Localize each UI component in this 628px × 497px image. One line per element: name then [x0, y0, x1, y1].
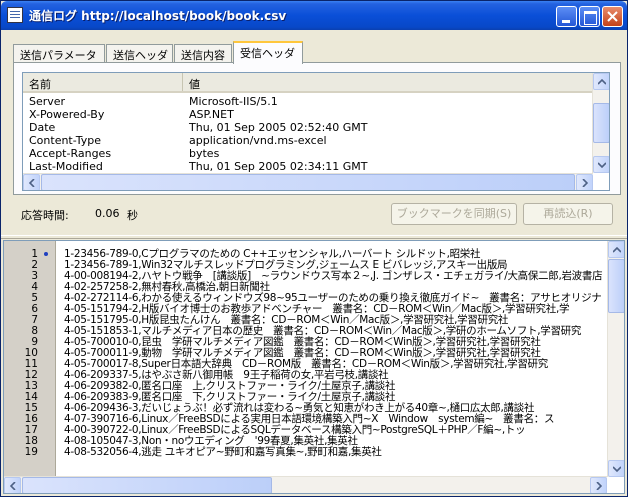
scroll-thumb[interactable] [593, 103, 609, 143]
header-value: ASP.NET [189, 108, 234, 121]
sync-bookmark-button[interactable]: ブックマークを同期(S) [391, 203, 517, 225]
minimize-button[interactable] [556, 6, 577, 27]
header-name: Accept-Ranges [29, 147, 112, 160]
header-value: bytes [189, 147, 220, 160]
line-text: 4-08-532056-4,逃走 ユキオピア~野町和嘉写真集~,野町和嘉,集英社 [64, 446, 382, 458]
scroll-thumb[interactable] [22, 477, 272, 493]
header-value: Thu, 01 Sep 2005 02:34:11 GMT [189, 160, 368, 173]
log-horizontal-scrollbar[interactable] [4, 476, 607, 493]
chevron-right-icon [596, 482, 602, 490]
table-row[interactable]: Content-Type application/vnd.ms-excel [23, 134, 593, 147]
tab-send-headers[interactable]: 送信ヘッダ [106, 44, 173, 63]
tab-panel: 名前 値 Server Microsoft-IIS/5.1 X-Powered-… [13, 62, 621, 195]
header-name: Date [29, 121, 56, 134]
listview-horizontal-scrollbar[interactable] [23, 173, 593, 190]
bookmark-marker-icon [44, 252, 48, 256]
header-value: Thu, 01 Sep 2005 02:52:40 GMT [189, 121, 368, 134]
chevron-up-icon [613, 247, 621, 253]
response-time-value: 0.06 [95, 207, 120, 220]
header-name: Content-Type [29, 134, 101, 147]
close-button[interactable] [602, 6, 623, 27]
scroll-left-button[interactable] [23, 174, 40, 190]
scroll-up-button[interactable] [593, 73, 609, 90]
header-name: X-Powered-By [29, 108, 105, 121]
scroll-down-button[interactable] [608, 460, 624, 477]
scroll-thumb[interactable] [41, 174, 575, 190]
table-row[interactable]: Last-Modified Thu, 01 Sep 2005 02:34:11 … [23, 160, 593, 173]
pane-splitter[interactable] [1, 235, 627, 239]
title-bar[interactable]: 通信ログ http://localhost/book/book.csv [1, 1, 627, 30]
scroll-right-button[interactable] [590, 477, 607, 493]
header-value: Microsoft-IIS/5.1 [189, 95, 278, 108]
header-name: Last-Modified [29, 160, 103, 173]
upper-pane: 送信パラメータ 送信ヘッダ 送信内容 受信ヘッダ 名前 値 Server Mic… [5, 31, 625, 234]
scroll-down-button[interactable] [593, 156, 609, 173]
tab-send-content[interactable]: 送信内容 [174, 44, 232, 63]
log-line[interactable]: 19 4-08-532056-4,逃走 ユキオピア~野町和嘉写真集~,野町和嘉,集… [4, 447, 609, 458]
log-view[interactable]: 1 1-23456-789-0,Cプログラマのための C++エッセンシャル,ハーバ… [3, 240, 625, 494]
chevron-up-icon [598, 79, 606, 85]
close-icon [607, 11, 618, 22]
scroll-left-button[interactable] [4, 477, 21, 493]
line-number: 19 [24, 446, 38, 458]
listview-vertical-scrollbar[interactable] [592, 73, 609, 173]
scroll-up-button[interactable] [608, 241, 624, 258]
chevron-right-icon [582, 179, 588, 187]
chevron-left-icon [29, 179, 35, 187]
response-time-label: 応答時間: [21, 209, 69, 222]
scroll-right-button[interactable] [576, 174, 593, 190]
app-window: 通信ログ http://localhost/book/book.csv 送信パラ… [0, 0, 628, 497]
tab-recv-headers[interactable]: 受信ヘッダ [233, 41, 303, 64]
table-row[interactable]: Date Thu, 01 Sep 2005 02:52:40 GMT [23, 121, 593, 134]
scroll-thumb[interactable] [608, 259, 624, 313]
headers-listview[interactable]: 名前 値 Server Microsoft-IIS/5.1 X-Powered-… [22, 72, 610, 191]
reload-button[interactable]: 再読込(R) [523, 203, 613, 225]
chevron-left-icon [10, 482, 16, 490]
maximize-button[interactable] [579, 6, 600, 27]
column-header-name[interactable]: 名前 [23, 73, 183, 91]
header-value: application/vnd.ms-excel [189, 134, 327, 147]
chevron-down-icon [598, 162, 606, 168]
window-title: 通信ログ http://localhost/book/book.csv [29, 9, 287, 23]
chevron-down-icon [613, 466, 621, 472]
table-row[interactable]: Server Microsoft-IIS/5.1 [23, 95, 593, 108]
listview-header: 名前 値 [23, 73, 593, 93]
response-time-unit: 秒 [127, 209, 138, 222]
log-vertical-scrollbar[interactable] [607, 241, 624, 477]
log-window-icon [7, 7, 23, 23]
column-header-value[interactable]: 値 [183, 73, 593, 91]
tab-send-params[interactable]: 送信パラメータ [13, 44, 105, 63]
table-row[interactable]: Accept-Ranges bytes [23, 147, 593, 160]
table-row[interactable]: X-Powered-By ASP.NET [23, 108, 593, 121]
header-name: Server [29, 95, 66, 108]
